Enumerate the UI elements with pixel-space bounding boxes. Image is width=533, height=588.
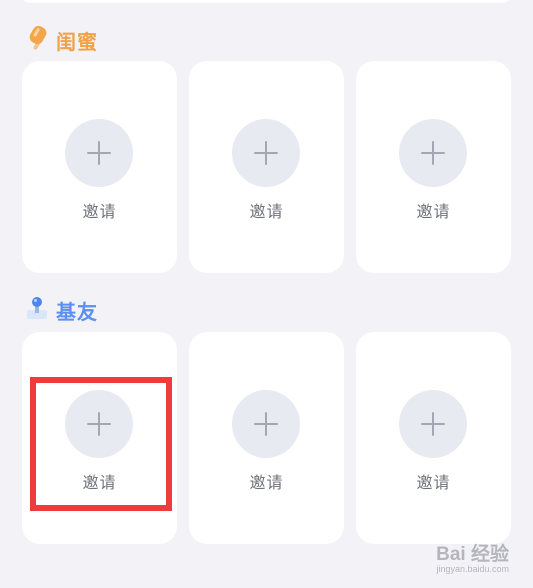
- section-header-jiyou: 基友: [24, 295, 98, 325]
- plus-icon[interactable]: [65, 119, 133, 187]
- plus-icon[interactable]: [399, 119, 467, 187]
- watermark: Bai 经验 jingyan.baidu.com: [436, 539, 509, 574]
- plus-icon[interactable]: [232, 119, 300, 187]
- invite-card[interactable]: 邀请: [189, 332, 344, 544]
- highlight-annotation-box: [30, 377, 172, 511]
- section-title: 基友: [56, 299, 98, 324]
- invite-card[interactable]: 邀请: [356, 61, 511, 273]
- invite-label: 邀请: [249, 202, 284, 221]
- invite-label: 邀请: [416, 202, 451, 221]
- invite-label: 邀请: [416, 473, 451, 492]
- invite-label: 邀请: [82, 202, 117, 221]
- top-card-remnant: [22, 0, 511, 3]
- plus-icon[interactable]: [232, 390, 300, 458]
- guimi-grid: 邀请 邀请 邀请: [22, 61, 512, 273]
- section-header-guimi: 闺蜜: [24, 25, 98, 55]
- invite-card[interactable]: 邀请: [189, 61, 344, 273]
- invite-card[interactable]: 邀请: [356, 332, 511, 544]
- invite-label: 邀请: [249, 473, 284, 492]
- popsicle-icon: [24, 24, 50, 56]
- watermark-brand: Bai 经验: [436, 544, 509, 565]
- plus-icon[interactable]: [399, 390, 467, 458]
- watermark-url: jingyan.baidu.com: [436, 564, 509, 574]
- invite-card[interactable]: 邀请: [22, 61, 177, 273]
- section-title: 闺蜜: [56, 29, 98, 54]
- joystick-icon: [24, 294, 50, 326]
